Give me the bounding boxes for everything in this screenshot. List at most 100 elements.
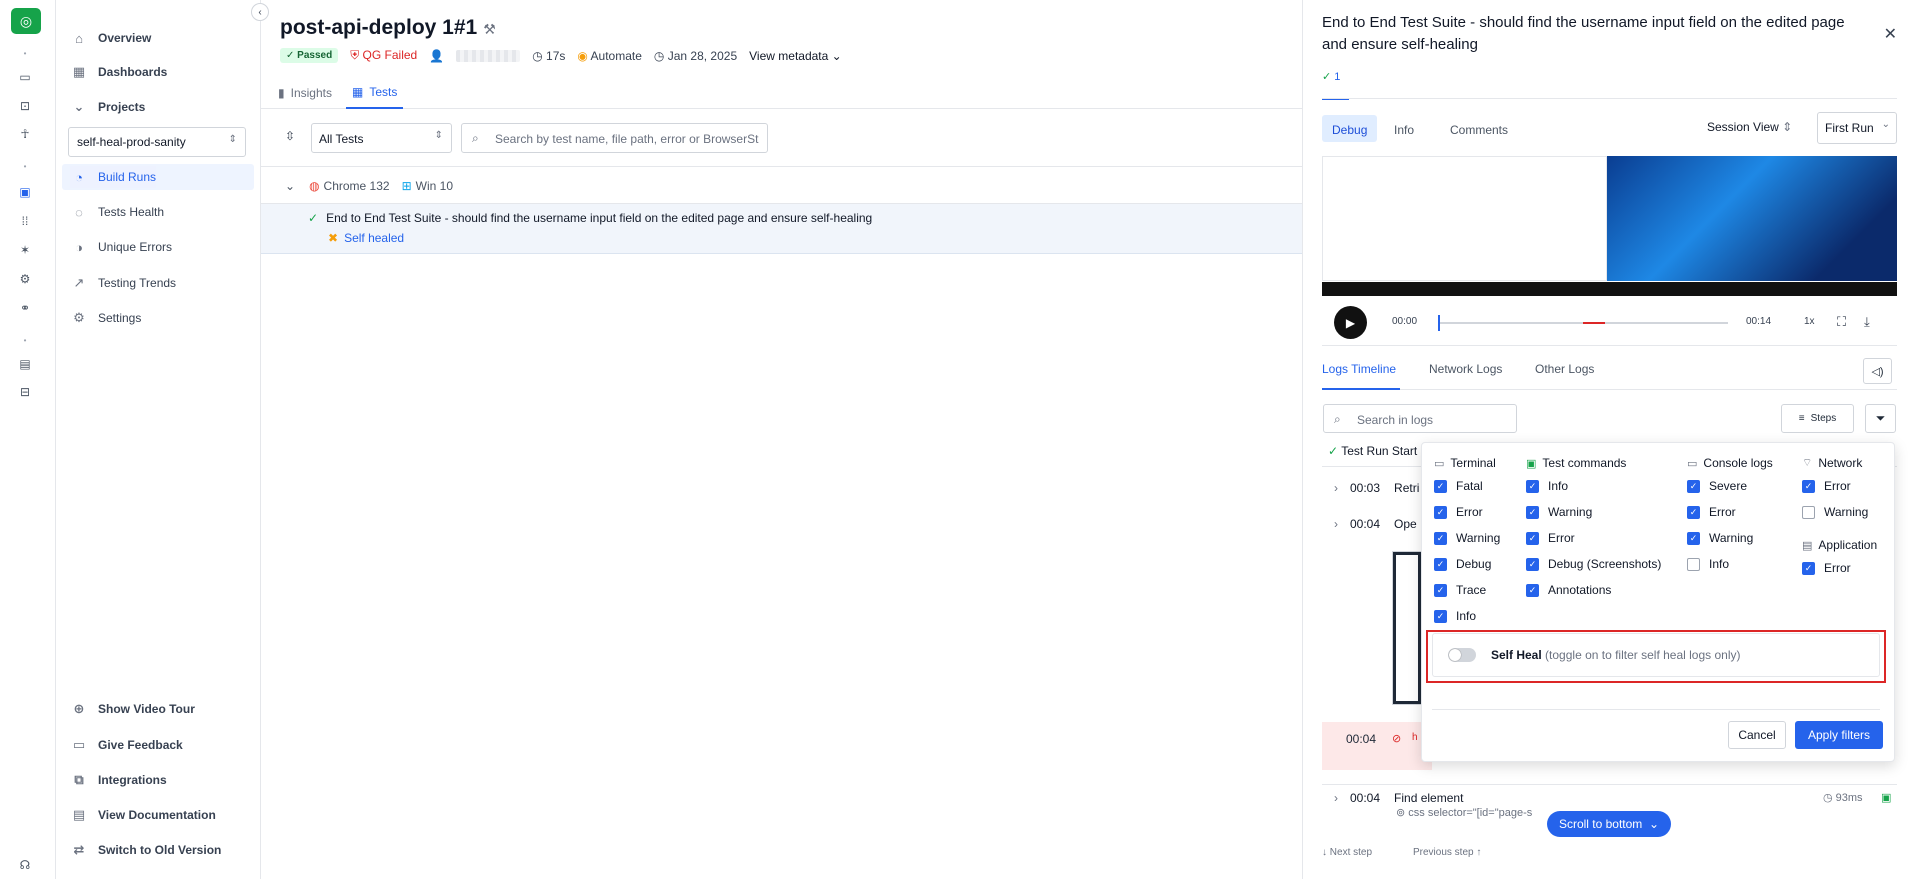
magic-wand-icon[interactable]: ⚒ <box>483 21 496 37</box>
filter-option[interactable]: ✓ Warning <box>1526 499 1661 525</box>
checkbox[interactable]: ✓ <box>1434 609 1447 623</box>
project-select[interactable]: self-heal-prod-sanity ⇕ <box>68 127 246 157</box>
tab-logs-timeline[interactable]: Logs Timeline <box>1322 352 1400 390</box>
filter-option[interactable]: ✓ Info <box>1434 603 1500 629</box>
globe-logo-icon[interactable]: ◎ <box>11 8 41 34</box>
tab-tests[interactable]: ▦ Tests <box>346 76 404 109</box>
search-logs-input[interactable]: ⌕ Search in logs <box>1323 404 1517 433</box>
headset-icon[interactable]: ☊ <box>15 856 35 874</box>
filter-option[interactable]: ✓ Debug <box>1434 551 1500 577</box>
audio-icon[interactable]: ◁) <box>1863 358 1892 384</box>
checkbox[interactable]: ✓ <box>1434 583 1447 597</box>
test-observability-icon[interactable]: ▭ <box>15 68 35 86</box>
fullscreen-icon[interactable]: ⛶ <box>1837 314 1846 330</box>
view-metadata-button[interactable]: View metadata ⌄ <box>749 49 842 63</box>
run-select[interactable]: First Run ⌄ <box>1817 112 1897 144</box>
tests-search-input[interactable]: ⌕ Search by test name, file path, error o… <box>461 123 768 153</box>
checkbox[interactable]: ✓ <box>1526 505 1539 519</box>
automation-icon[interactable]: ✶ <box>15 241 35 259</box>
run-tab-1[interactable]: ✓ 1 <box>1322 70 1349 100</box>
checkbox[interactable] <box>1802 505 1815 519</box>
checkbox[interactable]: ✓ <box>1526 531 1539 545</box>
session-view-select[interactable]: Session View ⇕ <box>1707 120 1792 134</box>
filter-icon[interactable]: ⏷ <box>1865 404 1896 433</box>
tab-other-logs[interactable]: Other Logs <box>1535 352 1594 390</box>
visual-scan-icon[interactable]: ⊡ <box>15 97 35 115</box>
sidebar-item-overview[interactable]: ⌂ Overview <box>70 27 151 49</box>
filter-option[interactable]: ✓ Warning <box>1687 525 1773 551</box>
checkbox[interactable]: ✓ <box>1526 557 1539 571</box>
checkbox[interactable]: ✓ <box>1687 531 1700 545</box>
log-screenshot-thumbnail[interactable] <box>1392 551 1422 705</box>
integrations-link[interactable]: ⧉ Integrations <box>70 769 166 791</box>
session-video[interactable] <box>1322 156 1897 296</box>
sidebar-item-unique-errors[interactable]: ◑ Unique Errors <box>70 236 172 258</box>
checkbox[interactable]: ✓ <box>1434 505 1447 519</box>
sidebar-item-tests-health[interactable]: ◌ Tests Health <box>70 201 164 223</box>
previous-step-button[interactable]: Previous step ↑ <box>1413 847 1481 858</box>
tab-network-logs[interactable]: Network Logs <box>1429 352 1502 390</box>
show-video-tour-link[interactable]: ⊕ Show Video Tour <box>70 698 195 720</box>
cancel-button[interactable]: Cancel <box>1728 721 1786 749</box>
filter-option[interactable]: ✓ Error <box>1687 499 1773 525</box>
device-cloud-icon[interactable]: ⊟ <box>15 383 35 401</box>
sidebar-item-projects[interactable]: ⌄ Projects <box>70 96 146 118</box>
checkbox[interactable]: ✓ <box>1434 479 1447 493</box>
low-code-icon[interactable]: ⚙ <box>15 270 35 288</box>
playback-speed[interactable]: 1x <box>1804 316 1815 327</box>
sidebar-item-testing-trends[interactable]: ↗ Testing Trends <box>70 272 177 294</box>
steps-button[interactable]: ≡ Steps <box>1781 404 1854 433</box>
video-progress-track[interactable] <box>1438 315 1728 331</box>
next-step-button[interactable]: ↓ Next step <box>1322 847 1372 858</box>
expand-collapse-icon[interactable]: ⇳ <box>285 129 295 143</box>
tab-insights[interactable]: ▮ Insights <box>272 76 338 109</box>
switch-old-version-link[interactable]: ⇄ Switch to Old Version <box>70 839 222 861</box>
checkbox[interactable]: ✓ <box>1526 583 1539 597</box>
tab-info[interactable]: Info <box>1384 115 1424 142</box>
download-icon[interactable]: ⤓ <box>1864 314 1870 330</box>
log-entry[interactable]: › 00:04 Find element ◷ 93ms ▣ <box>1322 784 1897 805</box>
environment-group-row[interactable]: ⌄ ◍ Chrome 132 ⊞ Win 10 <box>261 168 1302 204</box>
collapse-sidebar-button[interactable]: ‹ <box>251 3 269 21</box>
test-reporting-icon[interactable]: ▣ <box>15 183 35 201</box>
sidebar-item-build-runs[interactable]: ◔ Build Runs <box>70 166 157 188</box>
accessibility-icon[interactable]: ☥ <box>15 125 35 143</box>
filter-option[interactable]: ✓ Annotations <box>1526 577 1661 603</box>
sidebar-item-dashboards[interactable]: ▦ Dashboards <box>70 61 168 83</box>
filter-option[interactable]: ✓ Warning <box>1434 525 1500 551</box>
checkbox[interactable] <box>1687 557 1700 571</box>
filter-option[interactable]: Warning <box>1802 499 1877 525</box>
tests-filter-select[interactable]: All Tests ⇕ <box>311 123 452 153</box>
apps-grid-icon[interactable]: ⁞⁞ <box>15 212 35 230</box>
give-feedback-link[interactable]: ▭ Give Feedback <box>70 734 183 756</box>
filter-option[interactable]: ✓ Trace <box>1434 577 1500 603</box>
filter-option[interactable]: ✓ Error <box>1526 525 1661 551</box>
quality-gate-status[interactable]: ⛨ QG Failed <box>350 48 417 63</box>
apply-filters-button[interactable]: Apply filters <box>1795 721 1883 749</box>
close-icon[interactable]: ✕ <box>1884 24 1897 44</box>
filter-option[interactable]: ✓ Severe <box>1687 473 1773 499</box>
tab-comments[interactable]: Comments <box>1440 115 1518 142</box>
filter-option[interactable]: ✓ Error <box>1434 499 1500 525</box>
filter-option[interactable]: ✓ Info <box>1526 473 1661 499</box>
test-row[interactable]: ✓ End to End Test Suite - should find the… <box>261 204 1302 254</box>
view-documentation-link[interactable]: ▤ View Documentation <box>70 804 216 826</box>
filter-option[interactable]: ✓ Fatal <box>1434 473 1500 499</box>
test-management-icon[interactable]: ▤ <box>15 355 35 373</box>
play-button[interactable]: ▶ <box>1334 306 1367 339</box>
checkbox[interactable]: ✓ <box>1434 531 1447 545</box>
filter-option[interactable]: Info <box>1687 551 1773 577</box>
sidebar-item-settings[interactable]: ⚙ Settings <box>70 307 141 329</box>
checkbox[interactable]: ✓ <box>1802 561 1815 575</box>
checkbox[interactable]: ✓ <box>1687 479 1700 493</box>
filter-option[interactable]: ✓ Error <box>1802 555 1877 581</box>
error-log-entry[interactable]: 00:04 ⊘ h <box>1322 722 1432 770</box>
checkbox[interactable]: ✓ <box>1434 557 1447 571</box>
filter-option[interactable]: ✓ Error <box>1802 473 1877 499</box>
checkbox[interactable]: ✓ <box>1526 479 1539 493</box>
filter-option[interactable]: ✓ Debug (Screenshots) <box>1526 551 1661 577</box>
scroll-to-bottom-button[interactable]: Scroll to bottom ⌄ <box>1547 811 1671 837</box>
checkbox[interactable]: ✓ <box>1802 479 1815 493</box>
playhead-handle[interactable] <box>1438 315 1440 331</box>
tab-debug[interactable]: Debug <box>1322 115 1378 142</box>
